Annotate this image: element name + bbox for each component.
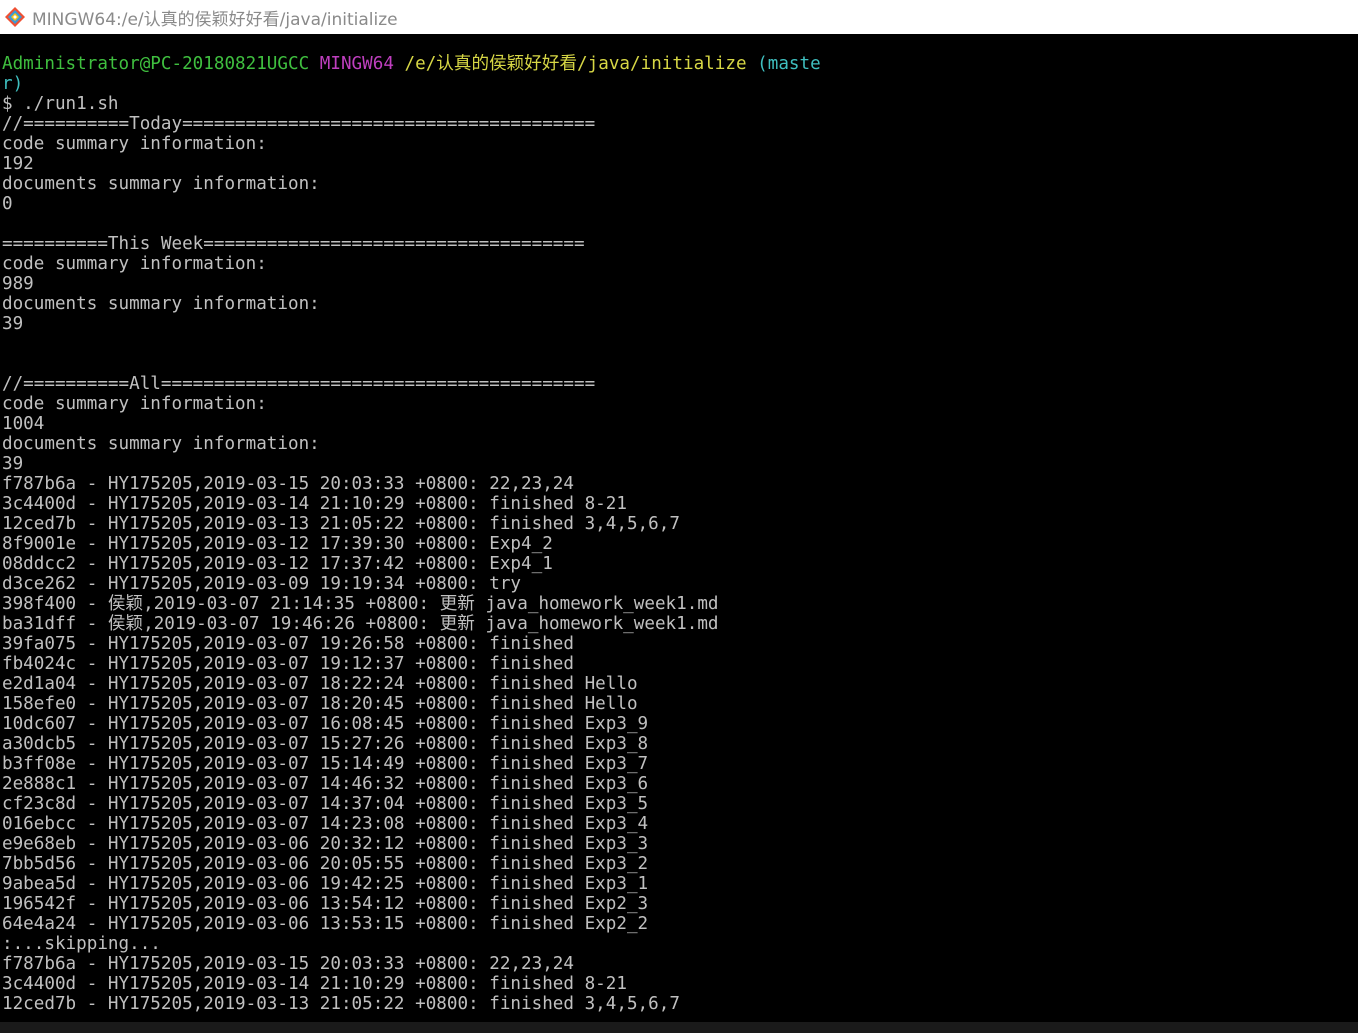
output-line: 39 xyxy=(2,454,24,474)
output-line: 8f9001e - HY175205,2019-03-12 17:39:30 +… xyxy=(2,534,553,554)
output-line: a30dcb5 - HY175205,2019-03-07 15:27:26 +… xyxy=(2,734,649,754)
output-line: e2d1a04 - HY175205,2019-03-07 18:22:24 +… xyxy=(2,674,638,694)
output-line: cf23c8d - HY175205,2019-03-07 14:37:04 +… xyxy=(2,794,649,814)
output-line: 016ebcc - HY175205,2019-03-07 14:23:08 +… xyxy=(2,814,649,834)
output-line: 3c4400d - HY175205,2019-03-14 21:10:29 +… xyxy=(2,974,627,994)
output-line: e9e68eb - HY175205,2019-03-06 20:32:12 +… xyxy=(2,834,649,854)
output-line: 989 xyxy=(2,274,34,294)
output-line: 192 xyxy=(2,154,34,174)
output-line: :...skipping... xyxy=(2,934,161,954)
output-line: code summary information: xyxy=(2,254,267,274)
output-line: fb4024c - HY175205,2019-03-07 19:12:37 +… xyxy=(2,654,574,674)
prompt-line-wrap: r) xyxy=(2,74,1358,94)
output-line: 398f400 - 侯颖,2019-03-07 21:14:35 +0800: … xyxy=(2,594,719,614)
command-output: //==========Today=======================… xyxy=(2,114,1358,1014)
terminal-output[interactable]: Administrator@PC-20180821UGCC MINGW64 /e… xyxy=(0,54,1358,1022)
output-line: f787b6a - HY175205,2019-03-15 20:03:33 +… xyxy=(2,954,574,974)
output-line: //==========All=========================… xyxy=(2,374,596,394)
output-line: documents summary information: xyxy=(2,174,320,194)
prompt-branch-wrap: r) xyxy=(2,74,24,94)
output-line: 1004 xyxy=(2,414,45,434)
title-bar[interactable]: MINGW64:/e/认真的侯颖好好看/java/initialize xyxy=(0,0,1358,34)
output-line: 7bb5d56 - HY175205,2019-03-06 20:05:55 +… xyxy=(2,854,649,874)
output-line: 158efe0 - HY175205,2019-03-07 18:20:45 +… xyxy=(2,694,638,714)
output-line: 3c4400d - HY175205,2019-03-14 21:10:29 +… xyxy=(2,494,627,514)
output-line: 9abea5d - HY175205,2019-03-06 19:42:25 +… xyxy=(2,874,649,894)
output-line: b3ff08e - HY175205,2019-03-07 15:14:49 +… xyxy=(2,754,649,774)
output-line: code summary information: xyxy=(2,134,267,154)
output-line: 2e888c1 - HY175205,2019-03-07 14:46:32 +… xyxy=(2,774,649,794)
output-line: 08ddcc2 - HY175205,2019-03-12 17:37:42 +… xyxy=(2,554,553,574)
output-line: ba31dff - 侯颖,2019-03-07 19:46:26 +0800: … xyxy=(2,614,719,634)
output-line: 64e4a24 - HY175205,2019-03-06 13:53:15 +… xyxy=(2,914,649,934)
window-bottom-edge xyxy=(0,1022,1358,1033)
output-line: 12ced7b - HY175205,2019-03-13 21:05:22 +… xyxy=(2,994,680,1014)
output-line: d3ce262 - HY175205,2019-03-09 19:19:34 +… xyxy=(2,574,522,594)
output-line: 39fa075 - HY175205,2019-03-07 19:26:58 +… xyxy=(2,634,574,654)
command-line: $ ./run1.sh xyxy=(2,94,119,114)
output-line: f787b6a - HY175205,2019-03-15 20:03:33 +… xyxy=(2,474,574,494)
prompt-shell: MINGW64 xyxy=(319,54,394,74)
output-line: code summary information: xyxy=(2,394,267,414)
output-line: ==========This Week=====================… xyxy=(2,234,585,254)
window-title: MINGW64:/e/认真的侯颖好好看/java/initialize xyxy=(32,9,398,30)
output-line: 0 xyxy=(2,194,13,214)
output-line: 196542f - HY175205,2019-03-06 13:54:12 +… xyxy=(2,894,649,914)
prompt-branch: (maste xyxy=(757,54,821,74)
output-line: 10dc607 - HY175205,2019-03-07 16:08:45 +… xyxy=(2,714,649,734)
prompt-path: /e/认真的侯颖好好看/java/initialize xyxy=(404,54,747,74)
output-line: 12ced7b - HY175205,2019-03-13 21:05:22 +… xyxy=(2,514,680,534)
prompt-user-host: Administrator@PC-20180821UGCC xyxy=(2,54,310,74)
output-line: 39 xyxy=(2,314,24,334)
output-line: documents summary information: xyxy=(2,294,320,314)
prompt-line: Administrator@PC-20180821UGCC MINGW64 /e… xyxy=(2,54,1358,74)
output-line: //==========Today=======================… xyxy=(2,114,596,134)
terminal-window: MINGW64:/e/认真的侯颖好好看/java/initialize Admi… xyxy=(0,0,1358,1033)
output-line: documents summary information: xyxy=(2,434,320,454)
git-bash-icon xyxy=(5,7,25,27)
